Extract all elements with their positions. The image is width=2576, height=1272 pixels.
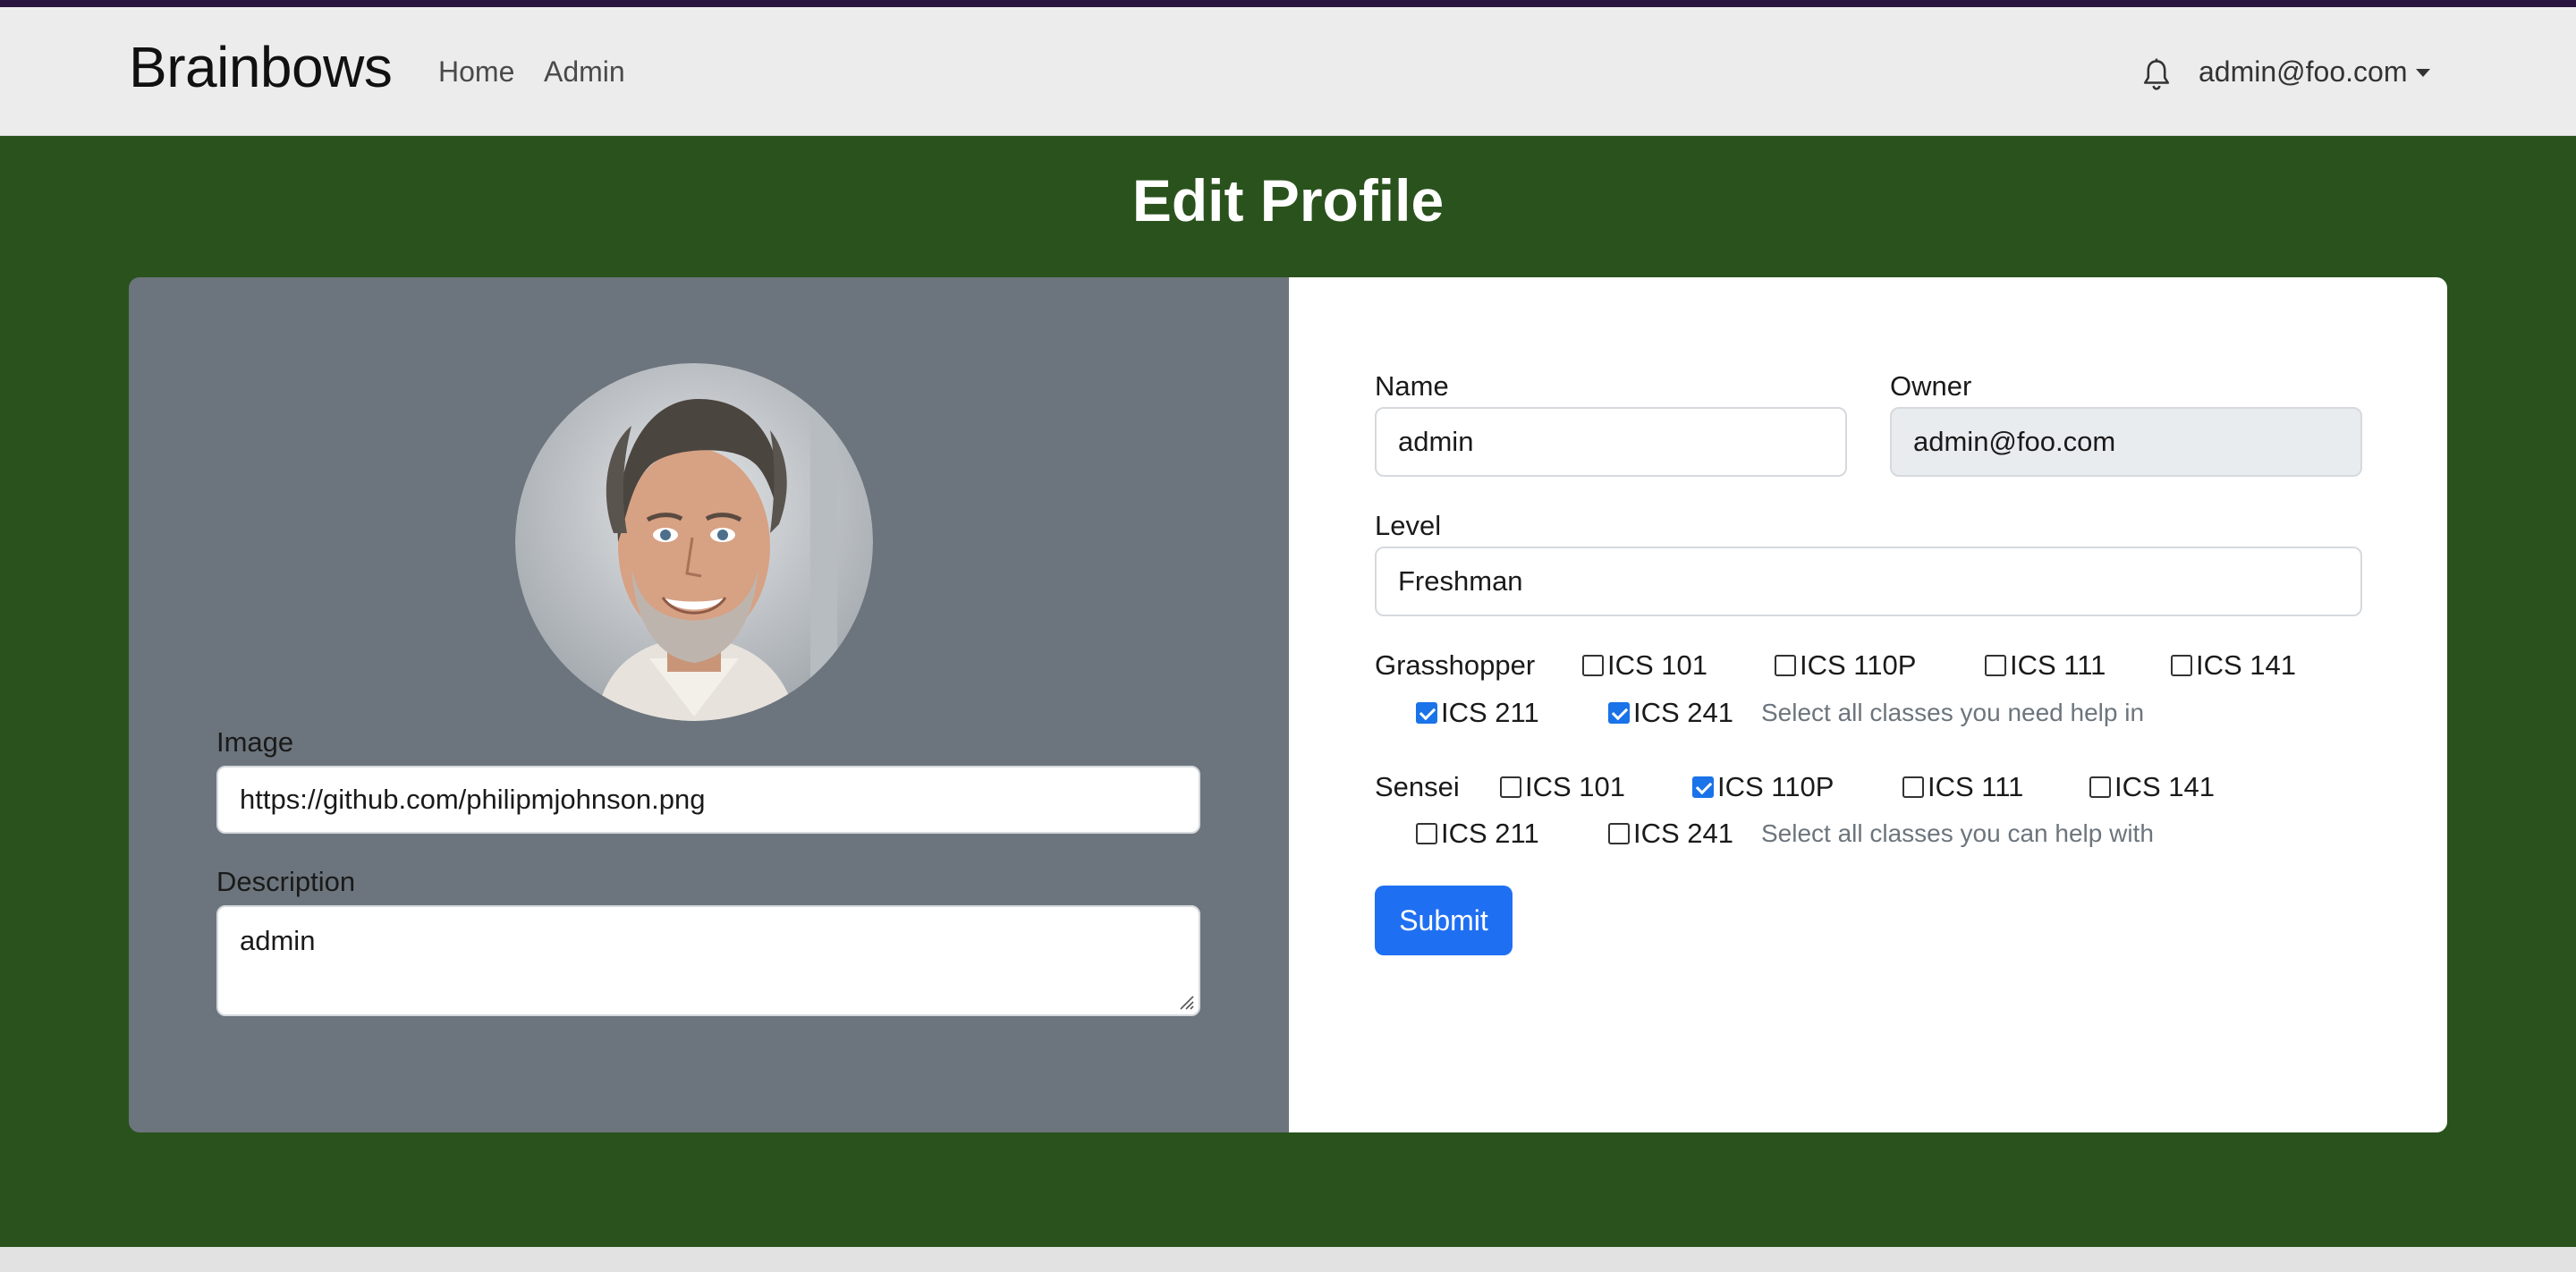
checkbox-box[interactable] <box>1416 702 1437 724</box>
checkbox-box[interactable] <box>2089 776 2111 798</box>
sensei-checkbox-ics241[interactable]: ICS 241 <box>1608 818 1733 850</box>
right-pane: Name admin Owner admin@foo.com Level Fre… <box>1289 277 2447 1132</box>
checkbox-label: ICS 141 <box>2114 771 2216 802</box>
level-field[interactable]: Freshman <box>1375 547 2362 616</box>
checkbox-box[interactable] <box>1608 823 1630 844</box>
sensei-checkbox-ics141[interactable]: ICS 141 <box>2089 771 2215 803</box>
page-title: Edit Profile <box>1131 167 1445 233</box>
sensei-help-text: Select all classes you can help with <box>1761 819 2154 847</box>
image-label: Image <box>216 726 294 758</box>
sensei-checkbox-ics110p[interactable]: ICS 110P <box>1692 771 1834 803</box>
name-field[interactable]: admin <box>1375 407 1847 477</box>
checkbox-label: ICS 241 <box>1633 818 1734 849</box>
sensei-checkbox-ics101[interactable]: ICS 101 <box>1500 771 1625 803</box>
left-pane: Image https://github.com/philipmjohnson.… <box>129 277 1289 1132</box>
checkbox-label: ICS 110P <box>1717 771 1835 802</box>
window-bottom-edge <box>0 1247 2576 1272</box>
owner-label: Owner <box>1890 370 1972 402</box>
description-textarea[interactable]: admin <box>216 905 1200 1016</box>
chevron-down-icon <box>2416 69 2431 77</box>
checkbox-box[interactable] <box>1902 776 1924 798</box>
checkbox-box[interactable] <box>1582 655 1604 676</box>
sensei-checkbox-ics111[interactable]: ICS 111 <box>1902 771 2023 803</box>
description-label: Description <box>216 866 356 897</box>
submit-button[interactable]: Submit <box>1375 886 1513 955</box>
checkbox-label: ICS 111 <box>1928 771 2024 802</box>
checkbox-label: ICS 111 <box>2010 649 2106 681</box>
nav-admin-link[interactable]: Admin <box>544 55 625 89</box>
grasshopper-checkbox-ics241[interactable]: ICS 241 <box>1608 697 1733 729</box>
checkbox-box[interactable] <box>1985 655 2006 676</box>
name-label: Name <box>1375 370 1449 402</box>
checkbox-label: ICS 211 <box>1441 697 1539 728</box>
window-top-border <box>0 0 2576 7</box>
resize-handle-icon[interactable] <box>1175 991 1195 1011</box>
checkbox-box[interactable] <box>2171 655 2192 676</box>
bell-icon[interactable] <box>2141 57 2172 93</box>
checkbox-box[interactable] <box>1500 776 1521 798</box>
checkbox-box[interactable] <box>1416 823 1437 844</box>
user-email: admin@foo.com <box>2199 55 2408 88</box>
checkbox-label: ICS 241 <box>1633 697 1734 728</box>
nav-home-link[interactable]: Home <box>438 55 514 89</box>
brand-logo[interactable]: Brainbows <box>129 34 393 100</box>
owner-field: admin@foo.com <box>1890 407 2362 477</box>
sensei-label: Sensei <box>1375 771 1460 802</box>
grasshopper-checkbox-ics211[interactable]: ICS 211 <box>1416 697 1539 729</box>
checkbox-box[interactable] <box>1692 776 1714 798</box>
grasshopper-checkbox-ics111[interactable]: ICS 111 <box>1985 649 2106 682</box>
profile-card: Image https://github.com/philipmjohnson.… <box>129 277 2447 1132</box>
checkbox-label: ICS 101 <box>1525 771 1626 802</box>
grasshopper-checkbox-ics101[interactable]: ICS 101 <box>1582 649 1707 682</box>
checkbox-box[interactable] <box>1775 655 1796 676</box>
checkbox-label: ICS 110P <box>1800 649 1917 681</box>
checkbox-label: ICS 141 <box>2196 649 2297 681</box>
grasshopper-checkbox-ics110p[interactable]: ICS 110P <box>1775 649 1916 682</box>
description-value: admin <box>240 925 316 956</box>
navbar: Brainbows Home Admin admin@foo.com <box>0 7 2576 136</box>
checkbox-label: ICS 211 <box>1441 818 1539 849</box>
grasshopper-checkbox-ics141[interactable]: ICS 141 <box>2171 649 2296 682</box>
level-label: Level <box>1375 510 1442 541</box>
checkbox-box[interactable] <box>1608 702 1630 724</box>
grasshopper-help-text: Select all classes you need help in <box>1761 699 2145 726</box>
grasshopper-label: Grasshopper <box>1375 649 1536 681</box>
profile-avatar <box>515 363 873 721</box>
sensei-checkbox-ics211[interactable]: ICS 211 <box>1416 818 1539 850</box>
checkbox-label: ICS 101 <box>1607 649 1708 681</box>
image-url-field[interactable]: https://github.com/philipmjohnson.png <box>216 766 1200 834</box>
user-dropdown[interactable]: admin@foo.com <box>2199 55 2431 89</box>
